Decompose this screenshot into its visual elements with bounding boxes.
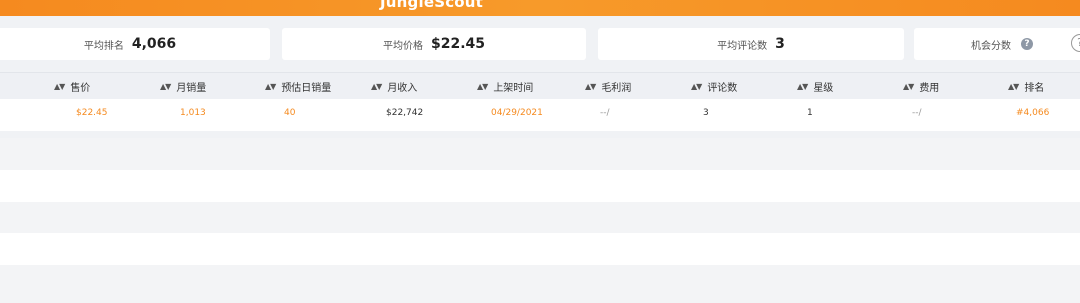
column-header-monthly-sales[interactable]: ▲▼ 月销量 [160, 73, 206, 99]
cell-reviews: 3 [703, 108, 709, 118]
brand-title: JungleScout [380, 0, 484, 11]
sort-icon[interactable]: ▲▼ [903, 82, 914, 91]
column-label: 费用 [919, 82, 940, 94]
column-label: 售价 [70, 82, 91, 94]
column-header-rank[interactable]: ▲▼ 排名 [1008, 73, 1044, 99]
cell-price: $22.45 [76, 108, 108, 118]
column-label: 排名 [1024, 82, 1045, 94]
cell-rating: 1 [807, 108, 813, 118]
sort-icon[interactable]: ▲▼ [797, 82, 808, 91]
sort-icon[interactable]: ▲▼ [585, 82, 596, 91]
cell-gross-profit: --/ [600, 108, 610, 118]
empty-row [0, 170, 1080, 202]
sort-icon[interactable]: ▲▼ [54, 82, 65, 91]
empty-row [0, 138, 1080, 170]
top-bar: JungleScout [0, 0, 1080, 16]
column-label: 毛利润 [601, 82, 632, 94]
cell-monthly-sales: 1,013 [180, 108, 206, 118]
sort-icon[interactable]: ▲▼ [371, 82, 382, 91]
stat-label: 平均价格 [382, 40, 423, 52]
cell-monthly-revenue: $22,742 [386, 108, 424, 118]
stat-label: 机会分数 [971, 40, 1011, 52]
sort-icon[interactable]: ▲▼ [1008, 82, 1019, 91]
sort-icon[interactable]: ▲▼ [160, 82, 171, 91]
stat-card-opportunity-score: 机会分数 ? [914, 28, 1080, 60]
cell-listing-date: 04/29/2021 [491, 108, 543, 118]
column-header-listing-date[interactable]: ▲▼ 上架时间 [477, 73, 533, 99]
column-label: 月销量 [176, 82, 207, 94]
column-label: 星级 [813, 82, 834, 94]
stat-value: 4,066 [131, 36, 177, 52]
cell-fees: --/ [912, 108, 922, 118]
column-label: 上架时间 [493, 82, 534, 94]
column-header-rating[interactable]: ▲▼ 星级 [797, 73, 833, 99]
help-icon[interactable]: ? [1021, 38, 1033, 50]
empty-row [0, 233, 1080, 265]
stat-value: $22.45 [430, 36, 486, 52]
sort-icon[interactable]: ▲▼ [477, 82, 488, 91]
stat-label: 平均排名 [83, 40, 124, 52]
column-header-gross-profit[interactable]: ▲▼ 毛利润 [585, 73, 631, 99]
column-header-reviews[interactable]: ▲▼ 评论数 [691, 73, 737, 99]
empty-row [0, 265, 1080, 303]
cell-rank: #4,066 [1016, 108, 1050, 118]
table-header: ▲▼ 售价 ▲▼ 月销量 ▲▼ 预估日销量 ▲▼ 月收入 ▲▼ 上架时间 ▲▼ … [0, 72, 1080, 100]
sort-icon[interactable]: ▲▼ [691, 82, 702, 91]
stat-card-avg-price: 平均价格 $22.45 [282, 28, 586, 60]
column-header-monthly-revenue[interactable]: ▲▼ 月收入 [371, 73, 417, 99]
cell-daily-sales: 40 [284, 108, 296, 118]
column-label: 月收入 [387, 82, 418, 94]
stat-card-avg-rank: 平均排名 4,066 [0, 28, 270, 60]
column-label: 评论数 [707, 82, 738, 94]
empty-row [0, 202, 1080, 234]
stat-label: 平均评论数 [717, 40, 768, 52]
sort-icon[interactable]: ▲▼ [265, 82, 276, 91]
stat-card-avg-reviews: 平均评论数 3 [598, 28, 904, 60]
table-row[interactable]: $22.45 1,013 40 $22,742 04/29/2021 --/ 3… [0, 99, 1080, 131]
column-header-daily-sales[interactable]: ▲▼ 预估日销量 [265, 73, 331, 99]
stat-value: 3 [775, 36, 785, 52]
column-label: 预估日销量 [281, 82, 332, 94]
column-header-fees[interactable]: ▲▼ 费用 [903, 73, 939, 99]
column-header-price[interactable]: ▲▼ 售价 [54, 73, 90, 99]
